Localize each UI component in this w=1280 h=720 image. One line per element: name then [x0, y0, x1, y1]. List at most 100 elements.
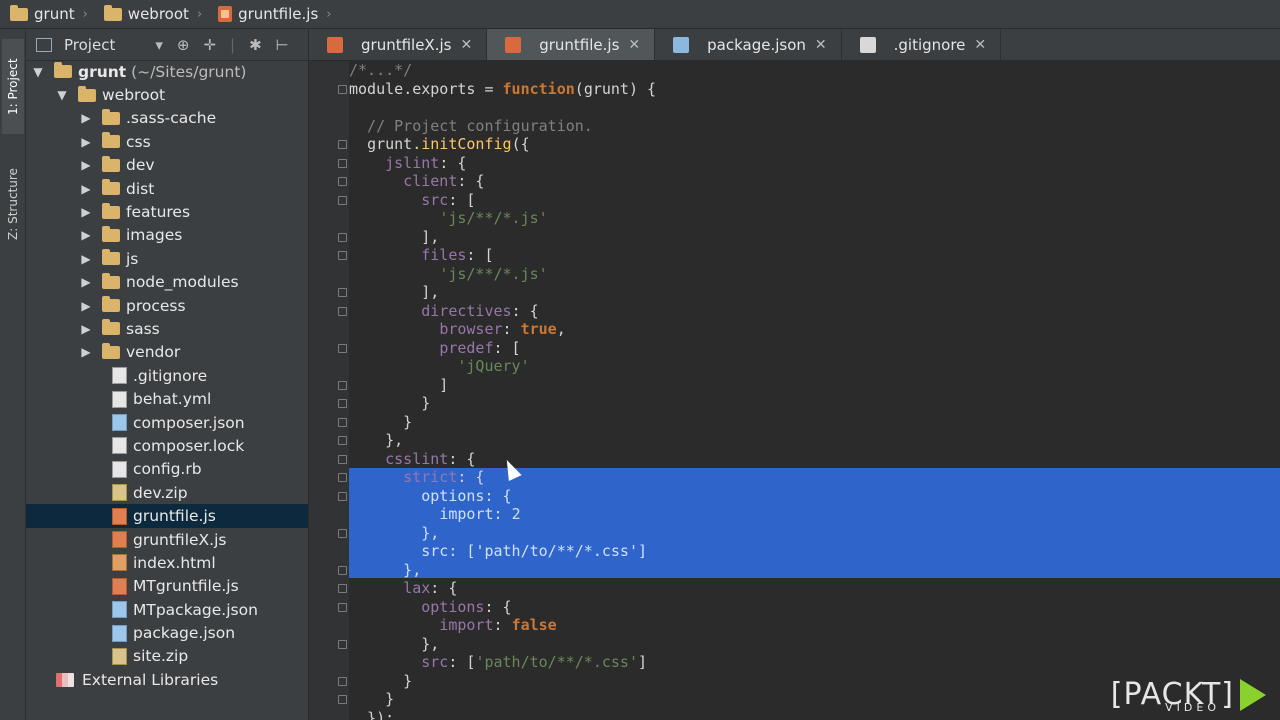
folder-icon — [78, 85, 96, 102]
dropdown-icon[interactable]: ▾ — [155, 36, 163, 54]
project-view-selector[interactable]: Project — [64, 36, 115, 54]
tree-folder[interactable]: ▶ vendor — [26, 341, 308, 364]
fold-marker-icon[interactable] — [338, 491, 347, 501]
expand-arrow-icon[interactable]: ▶ — [80, 182, 92, 196]
tree-folder[interactable]: ▶ css — [26, 130, 308, 153]
fold-marker-icon[interactable] — [338, 195, 347, 205]
js-file-icon — [218, 6, 233, 22]
code-line: csslint: { — [385, 449, 476, 468]
hide-icon[interactable]: ⊢ — [276, 36, 289, 54]
gear-icon[interactable]: ✱ — [249, 36, 262, 54]
expand-arrow-icon[interactable]: ▶ — [80, 299, 92, 313]
folder-icon — [102, 155, 120, 172]
fold-marker-icon[interactable] — [338, 177, 347, 186]
tree-folder[interactable]: ▶ dist — [26, 177, 308, 200]
fold-marker-icon[interactable] — [338, 158, 347, 168]
tree-webroot[interactable]: ▼ webroot — [26, 83, 308, 106]
fold-marker-icon[interactable] — [338, 140, 347, 149]
fold-marker-icon[interactable] — [338, 473, 347, 482]
fold-marker-icon[interactable] — [338, 251, 347, 260]
fold-marker-icon[interactable] — [338, 232, 347, 242]
tool-tab-project[interactable]: 1: Project — [2, 39, 24, 134]
expand-arrow-icon[interactable]: ▶ — [80, 111, 92, 125]
tree-file[interactable]: gruntfileX.js — [26, 528, 308, 551]
tree-file[interactable]: gruntfile.js — [26, 504, 308, 528]
tree-file[interactable]: config.rb — [26, 458, 308, 481]
tree-folder[interactable]: ▶ images — [26, 224, 308, 247]
tree-file[interactable]: MTgruntfile.js — [26, 575, 308, 598]
close-icon[interactable]: ✕ — [815, 37, 827, 53]
tree-file[interactable]: .gitignore — [26, 364, 308, 387]
tree-file[interactable]: MTpackage.json — [26, 598, 308, 621]
editor-tabs: gruntfileX.js ✕ gruntfile.js ✕ package.json ✕… — [309, 29, 1280, 61]
expand-arrow-icon[interactable]: ▶ — [80, 228, 92, 242]
tree-label: External Libraries — [82, 670, 219, 689]
fold-marker-icon[interactable] — [338, 676, 347, 686]
target-icon[interactable]: ⊕ — [177, 36, 190, 54]
fold-marker-icon[interactable] — [338, 399, 347, 408]
fold-marker-icon[interactable] — [338, 417, 347, 427]
tree-folder[interactable]: ▶ features — [26, 200, 308, 223]
tree-file[interactable]: package.json — [26, 621, 308, 644]
fold-marker-icon[interactable] — [338, 288, 347, 297]
fold-marker-icon[interactable] — [338, 380, 347, 390]
tool-tab-structure[interactable]: Z: Structure — [2, 149, 24, 259]
editor-tab[interactable]: gruntfileX.js ✕ — [309, 29, 488, 60]
expand-arrow-icon[interactable]: ▶ — [80, 158, 92, 172]
fold-marker-icon[interactable] — [338, 306, 347, 316]
expand-arrow-icon[interactable]: ▶ — [80, 322, 92, 336]
tree-file[interactable]: composer.lock — [26, 434, 308, 457]
editor-tab[interactable]: gruntfile.js ✕ — [487, 29, 656, 60]
fold-marker-icon[interactable] — [338, 695, 347, 704]
breadcrumb-item-grunt[interactable]: grunt › — [0, 0, 94, 28]
expand-arrow-icon[interactable]: ▶ — [80, 135, 92, 149]
tree-folder[interactable]: ▶ process — [26, 294, 308, 317]
tree-file[interactable]: dev.zip — [26, 481, 308, 504]
expand-arrow-icon[interactable]: ▼ — [56, 88, 68, 102]
code-line: } — [349, 412, 413, 431]
tree-label: package.json — [133, 624, 236, 643]
breadcrumb-item-webroot[interactable]: webroot › — [94, 0, 208, 28]
tree-external-libraries[interactable]: External Libraries — [26, 668, 308, 691]
code-line: } — [349, 671, 413, 690]
collapse-icon[interactable]: ✛ — [203, 36, 216, 54]
close-icon[interactable]: ✕ — [460, 37, 472, 53]
expand-arrow-icon[interactable]: ▶ — [80, 275, 92, 289]
tree-label: js — [126, 249, 139, 268]
close-icon[interactable]: ✕ — [628, 37, 640, 53]
fold-marker-icon[interactable] — [338, 454, 347, 464]
code-line: // Project configuration. — [349, 116, 593, 135]
tree-label: dist — [126, 179, 155, 198]
tree-file[interactable]: site.zip — [26, 645, 308, 668]
fold-marker-icon[interactable] — [338, 639, 347, 649]
tree-file[interactable]: composer.json — [26, 411, 308, 434]
fold-marker-icon[interactable] — [338, 343, 347, 353]
close-icon[interactable]: ✕ — [974, 37, 986, 53]
editor-tab[interactable]: package.json ✕ — [655, 29, 842, 60]
tree-folder[interactable]: ▶ .sass-cache — [26, 107, 308, 130]
fold-marker-icon[interactable] — [338, 436, 347, 445]
expand-arrow-icon[interactable]: ▼ — [32, 65, 44, 79]
tree-folder[interactable]: ▶ dev — [26, 154, 308, 177]
expand-arrow-icon[interactable]: ▶ — [80, 205, 92, 219]
text-file-icon — [112, 437, 127, 455]
fold-marker-icon[interactable] — [338, 565, 347, 575]
fold-marker-icon[interactable] — [338, 84, 347, 94]
tree-file[interactable]: behat.yml — [26, 387, 308, 410]
tree-folder[interactable]: ▶ sass — [26, 317, 308, 340]
breadcrumb-item-gruntfile[interactable]: gruntfile.js › — [208, 0, 337, 28]
fold-marker-icon[interactable] — [338, 528, 347, 538]
tree-label: css — [126, 132, 151, 151]
tree-folder[interactable]: ▶ js — [26, 247, 308, 270]
tree-file[interactable]: index.html — [26, 551, 308, 574]
fold-marker-icon[interactable] — [338, 602, 347, 612]
tab-label: gruntfile.js — [539, 35, 620, 54]
tree-folder[interactable]: ▶ node_modules — [26, 271, 308, 294]
fold-marker-icon[interactable] — [338, 584, 347, 593]
js-file-icon — [112, 507, 127, 525]
tree-root[interactable]: ▼ grunt (~/Sites/grunt) — [26, 60, 308, 83]
expand-arrow-icon[interactable]: ▶ — [80, 345, 92, 359]
expand-arrow-icon[interactable]: ▶ — [80, 252, 92, 266]
editor-tab[interactable]: .gitignore ✕ — [842, 29, 1002, 60]
code-editor[interactable]: /*...*/module.exports = function(grunt) … — [309, 61, 1280, 720]
